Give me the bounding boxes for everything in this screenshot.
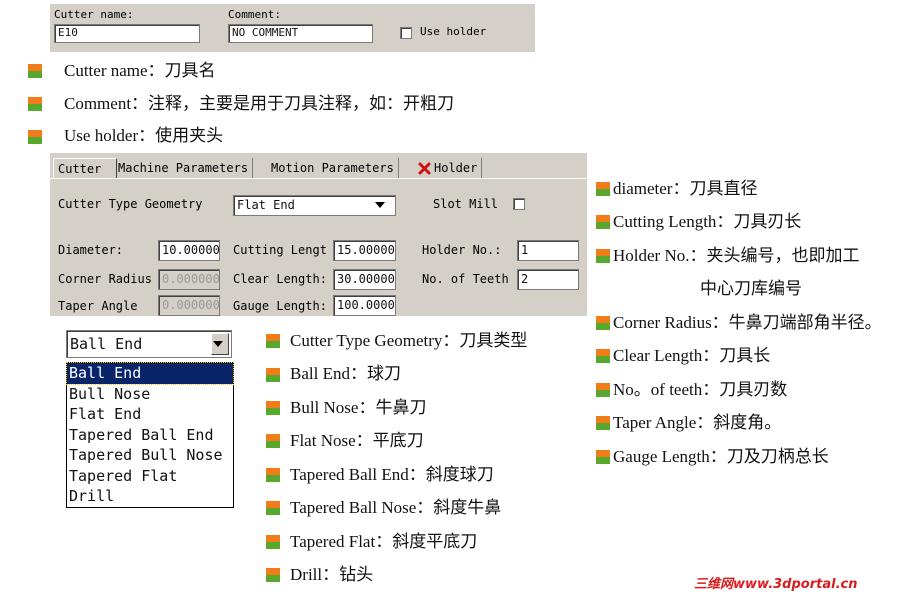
bullet-cutting-length: Cutting Length：刀具刃长: [613, 212, 802, 231]
comment-label: Comment:: [228, 8, 281, 21]
slot-mill-checkbox[interactable]: [513, 198, 525, 210]
clear-length-label: Clear Length:: [233, 272, 327, 286]
teeth-label: No. of Teeth: [422, 272, 509, 286]
taper-angle-input[interactable]: 0.000000: [158, 295, 220, 316]
square-bullet-icon: [596, 182, 610, 196]
gauge-length-label: Gauge Length:: [233, 299, 327, 313]
bullet-taper-angle: Taper Angle：斜度角。: [613, 413, 782, 432]
bullet-tapered-ball-nose: Tapered Ball Nose：斜度牛鼻: [290, 498, 502, 517]
bullet-cutter-name: Cutter name：刀具名: [64, 61, 216, 80]
bullet-gauge-length: Gauge Length：刀及刀柄总长: [613, 447, 829, 466]
option-tapered-bull-nose[interactable]: Tapered Bull Nose: [67, 445, 233, 466]
use-holder-label: Use holder: [420, 25, 487, 38]
square-bullet-icon: [28, 64, 42, 78]
comment-input[interactable]: NO COMMENT: [228, 24, 373, 43]
site-watermark: 三维网www.3dportal.cn: [694, 577, 858, 592]
bullet-cutter-type-geometry: Cutter Type Geometry：刀具类型: [290, 331, 528, 350]
square-bullet-icon: [28, 97, 42, 111]
bullet-drill: Drill：钻头: [290, 565, 374, 584]
square-bullet-icon: [596, 349, 610, 363]
cutting-length-label: Cutting Lengt: [233, 243, 327, 257]
taper-angle-label: Taper Angle: [58, 299, 138, 313]
red-x-icon: [418, 162, 431, 175]
tab-divider: [50, 178, 587, 179]
holder-no-label: Holder No.:: [422, 243, 502, 257]
square-bullet-icon: [596, 249, 610, 263]
square-bullet-icon: [266, 468, 280, 482]
cutter-type-geometry-label: Cutter Type Geometry: [58, 197, 203, 211]
holder-no-input[interactable]: 1: [517, 240, 579, 261]
cutter-type-geometry-value: Flat End: [237, 198, 295, 212]
bullet-comment: Comment：注释，主要是用于刀具注释，如：开粗刀: [64, 94, 455, 113]
tab-machine-parameters[interactable]: Machine Parameters: [114, 158, 254, 178]
square-bullet-icon: [596, 416, 610, 430]
square-bullet-icon: [596, 215, 610, 229]
bullet-corner-radius: Corner Radius：牛鼻刀端部角半径。: [613, 313, 882, 332]
square-bullet-icon: [266, 535, 280, 549]
tab-holder-label: Holder: [434, 161, 478, 175]
square-bullet-icon: [28, 130, 42, 144]
option-tapered-flat[interactable]: Tapered Flat: [67, 466, 233, 487]
cutter-type-dropdown-value: Ball End: [70, 335, 143, 353]
bullet-no-of-teeth: No。of teeth：刀具刃数: [613, 380, 788, 399]
gauge-length-input[interactable]: 100.0000: [333, 295, 396, 316]
corner-radius-input[interactable]: 0.000000: [158, 269, 220, 290]
option-bull-nose[interactable]: Bull Nose: [67, 384, 233, 405]
cutting-length-input[interactable]: 15.00000: [333, 240, 396, 261]
bullet-flat-nose: Flat Nose：平底刀: [290, 431, 424, 450]
tab-motion-parameters[interactable]: Motion Parameters: [267, 158, 399, 178]
diameter-label: Diameter:: [58, 243, 124, 257]
holder-no-continuation: 中心刀库编号: [700, 279, 802, 298]
square-bullet-icon: [596, 383, 610, 397]
cutter-type-option-list: Ball End Bull Nose Flat End Tapered Ball…: [66, 362, 234, 508]
bullet-tapered-flat: Tapered Flat：斜度平底刀: [290, 532, 478, 551]
square-bullet-icon: [266, 568, 280, 582]
corner-radius-label: Corner Radius: [58, 272, 152, 286]
bullet-bull-nose: Bull Nose：牛鼻刀: [290, 398, 427, 417]
bullet-tapered-ball-end: Tapered Ball End：斜度球刀: [290, 465, 494, 484]
chevron-down-icon[interactable]: [375, 202, 385, 209]
bullet-ball-end: Ball End：球刀: [290, 364, 401, 383]
use-holder-checkbox[interactable]: [400, 27, 412, 39]
bullet-use-holder: Use holder：使用夹头: [64, 126, 224, 145]
chevron-down-icon: [213, 341, 223, 347]
bullet-clear-length: Clear Length：刀具长: [613, 346, 771, 365]
square-bullet-icon: [266, 334, 280, 348]
cutter-name-input[interactable]: E10: [54, 24, 200, 43]
option-tapered-ball-end[interactable]: Tapered Ball End: [67, 425, 233, 446]
slot-mill-label: Slot Mill: [433, 197, 499, 211]
cutter-name-label: Cutter name:: [54, 8, 134, 21]
square-bullet-icon: [596, 316, 610, 330]
option-flat-end[interactable]: Flat End: [67, 404, 233, 425]
option-drill[interactable]: Drill: [67, 486, 233, 507]
bullet-holder-no: Holder No.：夹头编号，也即加工: [613, 246, 860, 265]
square-bullet-icon: [266, 401, 280, 415]
diameter-input[interactable]: 10.00000: [158, 240, 220, 261]
teeth-input[interactable]: 2: [517, 269, 579, 290]
tab-cutter[interactable]: Cutter: [53, 158, 117, 179]
square-bullet-icon: [266, 368, 280, 382]
square-bullet-icon: [266, 434, 280, 448]
square-bullet-icon: [266, 501, 280, 515]
clear-length-input[interactable]: 30.00000: [333, 269, 396, 290]
square-bullet-icon: [596, 450, 610, 464]
cutter-type-dropdown[interactable]: Ball End: [66, 330, 232, 358]
bullet-diameter: diameter：刀具直径: [613, 179, 758, 198]
option-ball-end[interactable]: Ball End: [66, 362, 234, 385]
cutter-type-geometry-select[interactable]: Flat End: [233, 195, 396, 216]
